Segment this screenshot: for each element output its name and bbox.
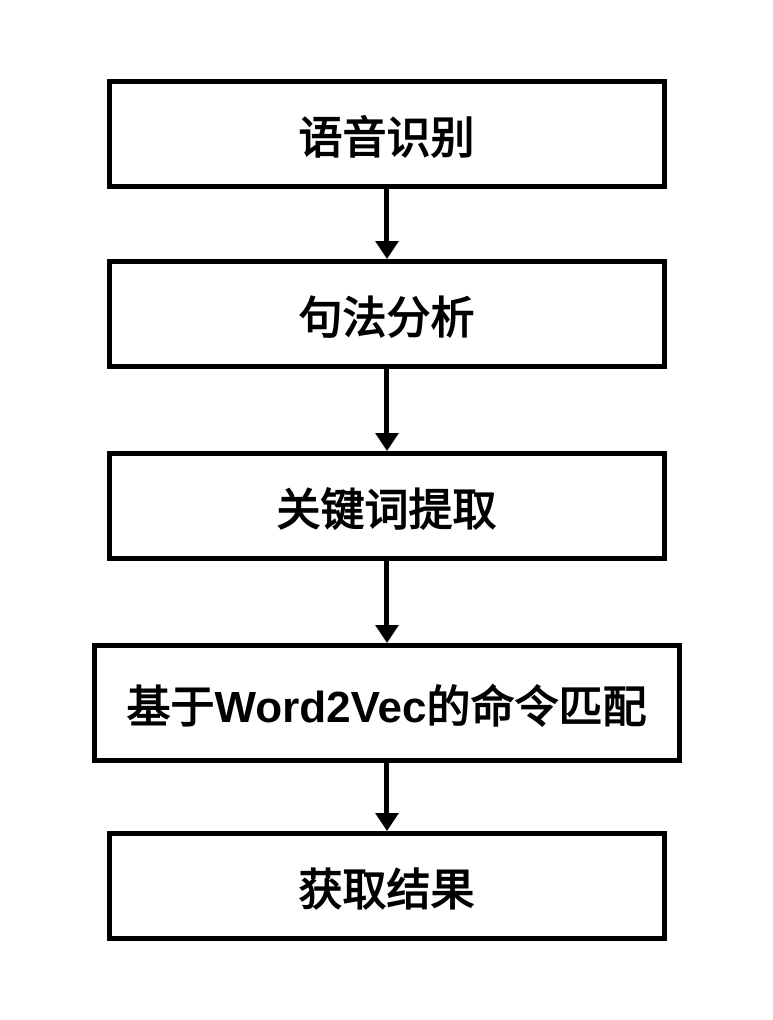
flow-node-1: 语音识别 xyxy=(107,79,667,189)
arrow-head-icon xyxy=(375,433,399,451)
arrow-shaft xyxy=(384,369,389,433)
arrow-icon xyxy=(375,561,399,643)
flow-node-2-label: 句法分析 xyxy=(299,282,475,346)
flow-node-2: 句法分析 xyxy=(107,259,667,369)
arrow-icon xyxy=(375,763,399,831)
arrow-head-icon xyxy=(375,241,399,259)
arrow-head-icon xyxy=(375,625,399,643)
arrow-icon xyxy=(375,189,399,259)
flow-node-5-label: 获取结果 xyxy=(299,854,475,918)
flowchart-container: 语音识别 句法分析 关键词提取 基于Word2Vec的命令匹配 获取结果 xyxy=(92,79,682,941)
arrow-head-icon xyxy=(375,813,399,831)
arrow-icon xyxy=(375,369,399,451)
flow-node-4: 基于Word2Vec的命令匹配 xyxy=(92,643,682,763)
flow-node-5: 获取结果 xyxy=(107,831,667,941)
flow-node-3: 关键词提取 xyxy=(107,451,667,561)
arrow-shaft xyxy=(384,189,389,241)
flow-node-4-label: 基于Word2Vec的命令匹配 xyxy=(127,671,647,735)
arrow-shaft xyxy=(384,561,389,625)
flow-node-1-label: 语音识别 xyxy=(299,102,475,166)
arrow-shaft xyxy=(384,763,389,813)
flow-node-3-label: 关键词提取 xyxy=(277,474,497,538)
